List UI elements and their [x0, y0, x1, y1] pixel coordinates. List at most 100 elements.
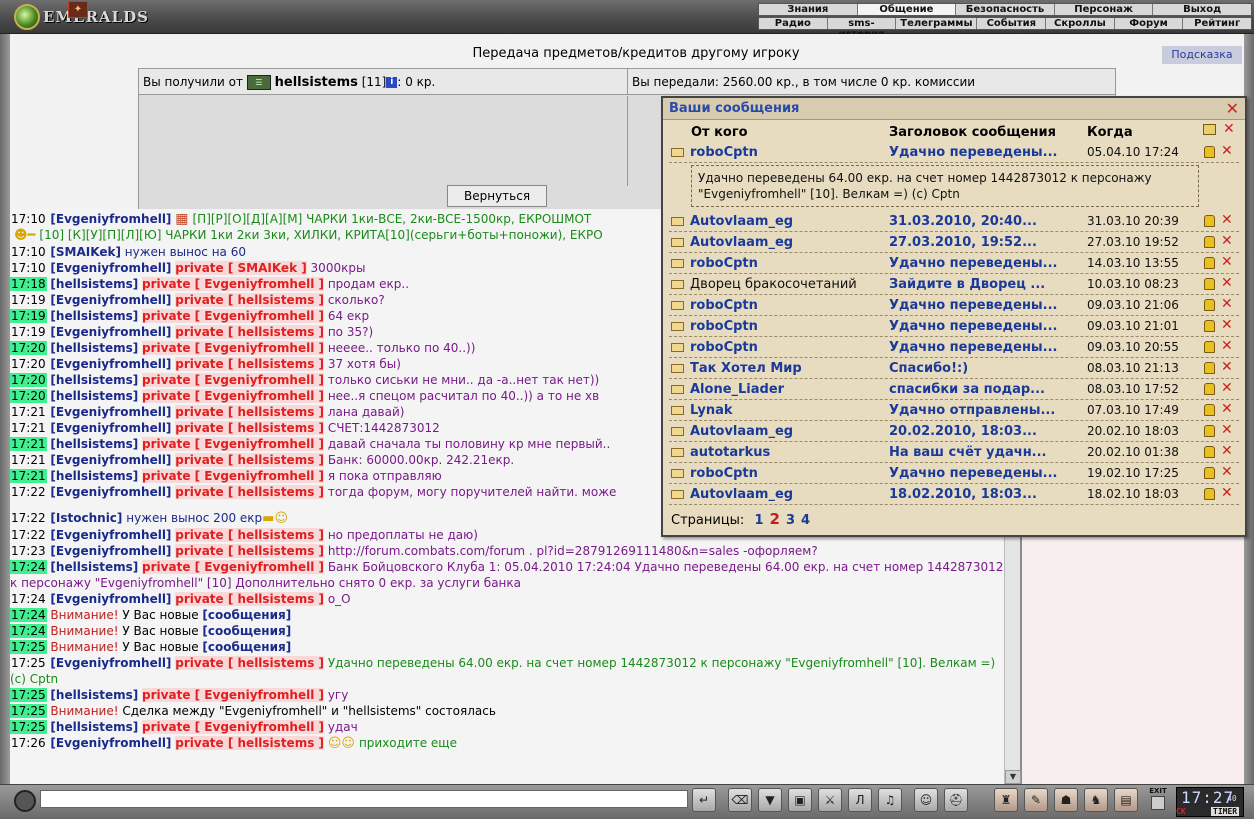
message-row[interactable]: Alone_Liader спасибки за подар... 08.03.10… [669, 379, 1239, 400]
chat-time[interactable]: 17:10 [10, 212, 47, 226]
chat-time[interactable]: 17:25 [10, 688, 47, 702]
message-row[interactable]: Lynak Удачно отправлены... 07.03.10 17:49 ✕ [669, 400, 1239, 421]
message-subject[interactable]: 31.03.2010, 20:40... [889, 214, 1037, 229]
chat-time[interactable]: 17:21 [10, 421, 47, 435]
message-from[interactable]: Autovlaam_eg [690, 235, 793, 250]
message-subject[interactable]: Удачно переведены... [889, 340, 1058, 355]
chat-nick[interactable]: [SMAIKek] [50, 245, 121, 259]
message-subject[interactable]: На ваш счёт удачн... [889, 445, 1047, 460]
lock-icon[interactable] [1204, 320, 1215, 332]
message-row[interactable]: roboCptn Удачно переведены... 09.03.10 21:… [669, 316, 1239, 337]
message-subject[interactable]: 27.03.2010, 19:52... [889, 235, 1037, 250]
chat-time[interactable]: 17:19 [10, 293, 47, 307]
chat-time[interactable]: 17:19 [10, 325, 47, 339]
exit-button[interactable]: EXIT [1148, 787, 1168, 815]
private-tag[interactable]: private [ Evgeniyfromhell ] [142, 341, 324, 355]
delete-icon[interactable]: ✕ [1221, 212, 1233, 228]
armor-icon[interactable]: ♞ [1084, 788, 1108, 812]
private-tag[interactable]: private [ Evgeniyfromhell ] [142, 560, 324, 574]
private-tag[interactable]: private [ hellsistems ] [175, 453, 324, 467]
message-from[interactable]: roboCptn [690, 340, 758, 355]
messages-link[interactable]: [сообщения] [202, 640, 291, 654]
message-row[interactable]: roboCptn Удачно переведены... 05.04.10 17:… [669, 142, 1239, 163]
message-subject[interactable]: Зайдите в Дворец ... [889, 277, 1045, 292]
lock-icon[interactable] [1204, 383, 1215, 395]
lock-icon[interactable] [1204, 278, 1215, 290]
chat-time[interactable]: 17:18 [10, 277, 47, 291]
message-subject[interactable]: 18.02.2010, 18:03... [889, 487, 1037, 502]
chat-nick[interactable]: [Evgeniyfromhell] [50, 592, 171, 606]
chat-time[interactable]: 17:20 [10, 373, 47, 387]
lock-icon[interactable] [1204, 215, 1215, 227]
character-icon[interactable]: ♜ [994, 788, 1018, 812]
delete-icon[interactable]: ✕ [1221, 254, 1233, 270]
message-from[interactable]: Autovlaam_eg [690, 487, 793, 502]
message-subject[interactable]: Удачно переведены... [889, 145, 1058, 160]
chat-time[interactable]: 17:24 [10, 624, 47, 638]
delete-icon[interactable]: ✕ [1221, 464, 1233, 480]
delete-icon[interactable]: ✕ [1221, 275, 1233, 291]
private-tag[interactable]: private [ hellsistems ] [175, 656, 324, 670]
chat-nick[interactable]: [hellsistems] [50, 309, 138, 323]
private-tag[interactable]: private [ hellsistems ] [175, 485, 324, 499]
message-subject[interactable]: Удачно переведены... [889, 298, 1058, 313]
private-tag[interactable]: private [ hellsistems ] [175, 293, 324, 307]
private-tag[interactable]: private [ Evgeniyfromhell ] [142, 720, 324, 734]
message-row[interactable]: roboCptn Удачно переведены... 14.03.10 13:… [669, 253, 1239, 274]
private-tag[interactable]: private [ hellsistems ] [175, 357, 324, 371]
submenu-item[interactable]: Рейтинг [1183, 18, 1251, 29]
delete-icon[interactable]: ✕ [1221, 338, 1233, 354]
close-icon[interactable]: ✕ [1226, 99, 1239, 118]
chat-time[interactable]: 17:25 [10, 720, 47, 734]
delete-icon[interactable]: ✕ [1221, 359, 1233, 375]
message-from[interactable]: roboCptn [690, 319, 758, 334]
chat-nick[interactable]: [Evgeniyfromhell] [50, 656, 171, 670]
message-row[interactable]: Дворец бракосочетаний Зайдите в Дворец ..… [669, 274, 1239, 295]
lock-icon[interactable] [1204, 362, 1215, 374]
message-subject[interactable]: Удачно переведены... [889, 466, 1058, 481]
chat-nick[interactable]: [Evgeniyfromhell] [50, 357, 171, 371]
chat-time[interactable]: 17:23 [10, 544, 47, 558]
submenu-item[interactable]: Скроллы [1046, 18, 1115, 29]
delete-icon[interactable]: ✕ [1221, 233, 1233, 249]
private-tag[interactable]: private [ SMAIKek ] [175, 261, 307, 275]
hint-button[interactable]: Подсказка [1162, 46, 1242, 64]
chat-nick[interactable]: [Evgeniyfromhell] [50, 485, 171, 499]
private-tag[interactable]: private [ hellsistems ] [175, 592, 324, 606]
timer-label[interactable]: TIMER [1211, 807, 1240, 816]
private-tag[interactable]: private [ Evgeniyfromhell ] [142, 389, 324, 403]
messages-link[interactable]: [сообщения] [202, 608, 291, 622]
helmet-icon[interactable]: ⛑ [944, 788, 968, 812]
chat-time[interactable]: 17:25 [10, 640, 47, 654]
chat-nick[interactable]: [Evgeniyfromhell] [50, 544, 171, 558]
save-icon[interactable]: ▣ [788, 788, 812, 812]
lock-icon[interactable] [1204, 425, 1215, 437]
chat-time[interactable]: 17:24 [10, 560, 47, 574]
delete-all-icon[interactable]: ✕ [1223, 121, 1235, 137]
chat-time[interactable]: 17:24 [10, 608, 47, 622]
lock-icon[interactable] [1204, 257, 1215, 269]
private-tag[interactable]: private [ Evgeniyfromhell ] [142, 277, 324, 291]
lock-icon[interactable] [1204, 404, 1215, 416]
fight-icon[interactable]: ⚔ [818, 788, 842, 812]
page-link[interactable]: 3 [786, 513, 795, 528]
delete-icon[interactable]: ✕ [1221, 380, 1233, 396]
chat-nick[interactable]: [hellsistems] [50, 560, 138, 574]
private-tag[interactable]: private [ hellsistems ] [175, 736, 324, 750]
translit-icon[interactable]: Л [848, 788, 872, 812]
page-link[interactable]: 2 [770, 510, 780, 528]
message-subject[interactable]: Удачно переведены... [889, 256, 1058, 271]
menu-item[interactable]: Общение [857, 4, 957, 15]
message-from[interactable]: autotarkus [690, 445, 770, 460]
messages-link[interactable]: [сообщения] [202, 624, 291, 638]
chat-time[interactable]: 17:25 [10, 656, 47, 670]
chat-nick[interactable]: [hellsistems] [50, 688, 138, 702]
lock-icon[interactable] [1204, 299, 1215, 311]
chat-nick[interactable]: [Evgeniyfromhell] [50, 212, 171, 226]
private-tag[interactable]: private [ hellsistems ] [175, 325, 324, 339]
eraser-icon[interactable]: ⌫ [728, 788, 752, 812]
message-from[interactable]: roboCptn [690, 256, 758, 271]
submenu-item[interactable]: Радио [759, 18, 828, 29]
chat-nick[interactable]: [hellsistems] [50, 341, 138, 355]
menu-item[interactable]: Безопасность [956, 4, 1055, 15]
